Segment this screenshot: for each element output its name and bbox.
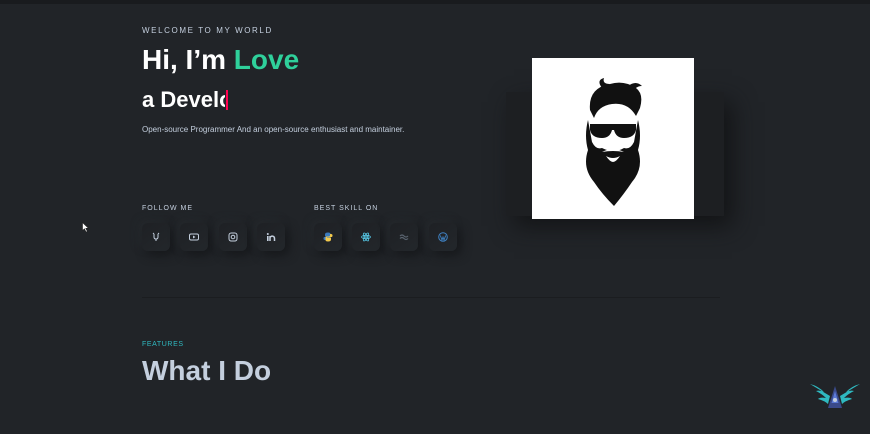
mouse-cursor [82, 222, 90, 233]
instagram-link[interactable] [219, 223, 247, 251]
youtube-link[interactable] [180, 223, 208, 251]
follow-me-label: FOLLOW ME [142, 205, 194, 212]
wordpress-icon [438, 232, 448, 242]
section-divider [142, 297, 720, 298]
best-skill-label: BEST SKILL ON [314, 205, 379, 212]
github-link[interactable] [142, 223, 170, 251]
profile-photo [532, 58, 694, 219]
greeting-text: Hi, I’m [142, 44, 234, 75]
tailwind-skill[interactable] [390, 223, 418, 251]
hero-description: Open-source Programmer And an open-sourc… [142, 125, 405, 134]
features-label: FEATURES [142, 341, 184, 348]
instagram-icon [228, 232, 238, 242]
wordpress-skill[interactable] [429, 223, 457, 251]
section-heading: What I Do [142, 355, 272, 386]
linkedin-icon [266, 233, 276, 241]
tailwind-icon [399, 234, 409, 241]
react-icon [361, 232, 371, 242]
typing-caret [226, 90, 228, 110]
typed-text: Devel [160, 87, 220, 112]
hero-greeting: Hi, I’m Love [142, 44, 299, 76]
typed-prefix: a [142, 87, 161, 112]
welcome-label: WELCOME TO MY WORLD [142, 26, 273, 35]
typed-role: a Develo [142, 87, 228, 113]
python-icon [323, 232, 333, 242]
winged-badge-icon[interactable] [808, 378, 862, 412]
github-icon [152, 232, 160, 241]
youtube-icon [189, 233, 199, 241]
typed-partial-char: o [219, 87, 225, 113]
python-skill[interactable] [314, 223, 342, 251]
bearded-man-logo [586, 78, 642, 206]
react-skill[interactable] [352, 223, 380, 251]
hero-name: Love [233, 44, 300, 75]
top-bar [0, 0, 870, 4]
linkedin-link[interactable] [257, 223, 285, 251]
